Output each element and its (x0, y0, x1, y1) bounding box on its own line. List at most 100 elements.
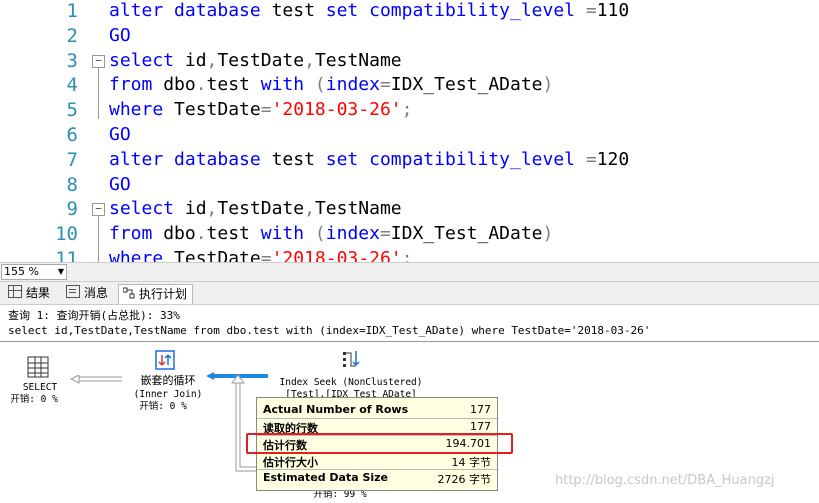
tooltip-value: 2726 字节 (437, 473, 492, 486)
index-seek-node[interactable]: Index Seek (NonClustered) [Test].[IDX_Te… (262, 345, 440, 401)
code-token: '2018-03-26' (271, 99, 402, 121)
code-token: GO (109, 173, 131, 195)
zoom-dropdown[interactable]: 155 % ▼ (1, 264, 67, 280)
code-token: '2018-03-26' (271, 248, 402, 262)
tooltip-value: 177 (470, 420, 491, 433)
line-number: 4 (66, 74, 78, 97)
select-node[interactable]: SELECT 开销: 0 % (10, 351, 68, 409)
code-token: from (109, 74, 164, 96)
code-token: = (379, 223, 391, 245)
tab-messages[interactable]: 消息 (62, 284, 113, 303)
code-token: = (379, 74, 391, 96)
tooltip-key: 估计行大小 (263, 456, 318, 469)
code-line[interactable]: 10 from dbo.test with (index=IDX_Test_ADa… (0, 222, 819, 246)
code-text: from dbo.test with (index=IDX_Test_ADate… (109, 222, 553, 246)
code-token: , (206, 198, 218, 220)
execution-plan-pane: 查询 1: 查询开销(占总批): 33% select id,TestDate,… (0, 305, 819, 503)
line-number: 7 (66, 148, 78, 171)
code-token: ) (542, 223, 554, 245)
code-token: TestDate (174, 248, 261, 262)
code-token: dbo (163, 74, 196, 96)
code-line[interactable]: 5 where TestDate='2018-03-26'; (0, 98, 819, 122)
tab-results[interactable]: 结果 (4, 284, 55, 303)
code-token: TestDate (217, 49, 305, 71)
code-text: from dbo.test with (index=IDX_Test_ADate… (109, 73, 553, 97)
code-token: ( (314, 74, 326, 96)
highlight-box (246, 433, 513, 454)
plan-icon (122, 286, 135, 299)
line-number: 11 (55, 248, 78, 262)
sql-editor[interactable]: 1 alter database test set compatibility_l… (0, 0, 819, 262)
code-token: . (195, 74, 207, 96)
code-token: TestName (314, 49, 402, 71)
code-token: = (585, 0, 597, 21)
index-seek-name: Index Seek (NonClustered) (279, 377, 423, 388)
collapse-icon[interactable]: − (92, 203, 105, 217)
code-line[interactable]: 8 GO (0, 173, 819, 197)
code-token: IDX_Test_ADate (390, 74, 543, 96)
code-line[interactable]: 1 alter database test set compatibility_l… (0, 0, 819, 23)
code-text: select id,TestDate,TestName (109, 197, 402, 221)
nested-loops-name: 嵌套的循环 (140, 374, 196, 387)
code-line[interactable]: 7 alter database test set compatibility_l… (0, 148, 819, 172)
tab-messages-label: 消息 (84, 286, 109, 300)
query-cost-line: 查询 1: 查询开销(占总批): 33% (8, 309, 180, 322)
zoom-bar: 155 % ▼ (0, 262, 819, 282)
code-token: 120 (596, 148, 630, 170)
code-token: with (260, 74, 315, 96)
tab-execution-plan-label: 执行计划 (139, 287, 188, 301)
code-token: where (109, 248, 175, 262)
code-text: select id,TestDate,TestName (109, 49, 402, 73)
grid-icon (8, 285, 22, 298)
code-token: . (195, 223, 207, 245)
nested-loops-node[interactable]: 嵌套的循环 (Inner Join) 开销: 0 % (120, 347, 216, 417)
result-tabs: 结果 消息 执行计划 (0, 282, 819, 305)
code-token: id (184, 49, 207, 71)
fold-guide (98, 67, 99, 120)
code-token: TestDate (174, 99, 261, 121)
code-text: where TestDate='2018-03-26'; (109, 247, 412, 262)
code-line[interactable]: 4 from dbo.test with (index=IDX_Test_ADat… (0, 73, 819, 97)
code-token: = (260, 99, 272, 121)
tab-execution-plan[interactable]: 执行计划 (118, 284, 194, 304)
code-token: test (206, 74, 261, 96)
code-line[interactable]: 2 GO (0, 24, 819, 48)
line-number: 3 (66, 49, 78, 72)
code-token: , (304, 49, 315, 71)
code-text: alter database test set compatibility_le… (109, 0, 629, 23)
code-token: index (325, 74, 380, 96)
flow-arrow (70, 375, 122, 384)
message-icon (66, 285, 80, 298)
code-token: select (109, 49, 185, 71)
collapse-icon[interactable]: − (92, 54, 105, 68)
select-node-cost: 开销: 0 % (10, 394, 58, 405)
line-number: 1 (66, 0, 78, 22)
nested-loops-cost: 开销: 0 % (139, 401, 187, 412)
code-line[interactable]: 3− select id,TestDate,TestName (0, 49, 819, 73)
chevron-down-icon[interactable]: ▼ (58, 265, 64, 279)
code-text: where TestDate='2018-03-26'; (109, 98, 412, 122)
code-token: = (585, 148, 597, 170)
code-token: test (206, 223, 261, 245)
code-token: IDX_Test_ADate (390, 223, 543, 245)
code-line[interactable]: 9− select id,TestDate,TestName (0, 197, 819, 221)
line-number: 2 (66, 24, 78, 47)
code-token: set (325, 0, 370, 21)
code-token: , (304, 198, 315, 220)
code-token: test (271, 0, 326, 21)
line-number: 9 (66, 198, 78, 221)
code-line[interactable]: 6 GO (0, 123, 819, 147)
line-number: 10 (55, 223, 78, 246)
tooltip-value: 177 (470, 403, 491, 416)
index-seek-icon (343, 351, 360, 367)
nested-loops-sub: (Inner Join) (133, 389, 203, 400)
code-line[interactable]: 11 where TestDate='2018-03-26'; (0, 247, 819, 262)
tooltip-value: 14 字节 (451, 456, 492, 469)
code-token: from (109, 223, 164, 245)
tooltip-key: Estimated Data Size (263, 471, 389, 484)
watermark: http://blog.csdn.net/DBA_Huangzj (555, 473, 775, 488)
code-token: test (271, 148, 326, 170)
code-token: dbo (163, 223, 196, 245)
code-token: ) (542, 74, 554, 96)
code-token: = (260, 248, 272, 262)
